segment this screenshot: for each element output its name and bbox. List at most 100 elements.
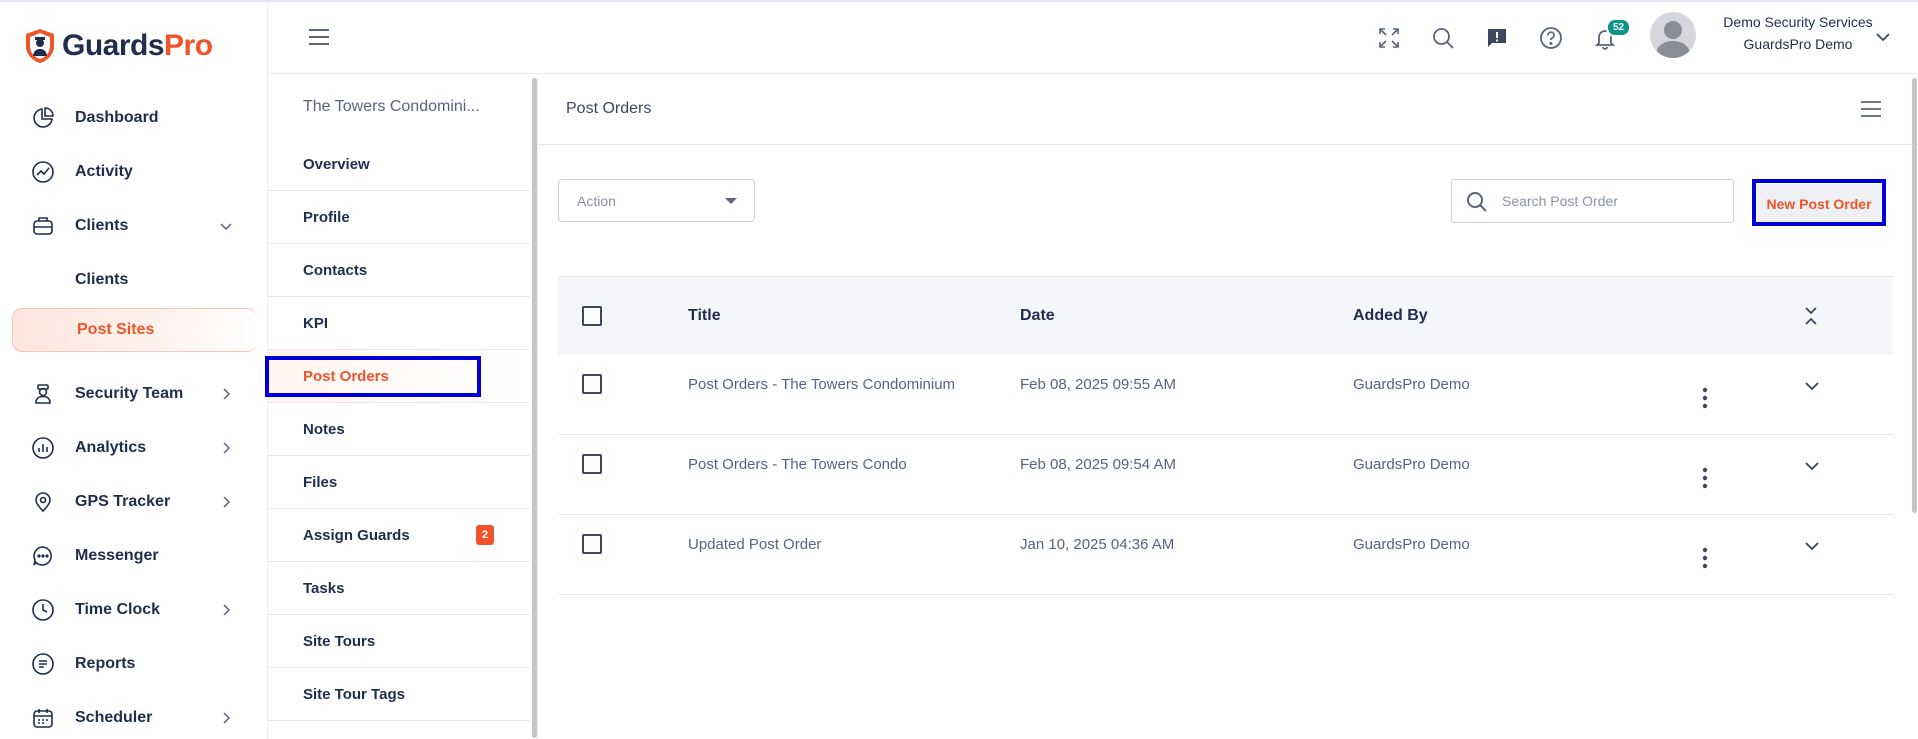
hamburger-menu-icon[interactable]	[308, 28, 330, 46]
row-added-by: GuardsPro Demo	[1353, 376, 1470, 393]
sidebar-item-label: Security Team	[75, 385, 184, 402]
user-name[interactable]: Demo Security Services	[1698, 14, 1898, 30]
sidebar-item-label: Dashboard	[75, 109, 159, 126]
chevron-down-icon[interactable]	[1803, 457, 1821, 475]
row-date: Feb 08, 2025 09:54 AM	[1020, 456, 1176, 473]
table-row[interactable]: Post Orders - The Towers Condo Feb 08, 2…	[558, 435, 1893, 515]
sidebar-item-messenger[interactable]: Messenger	[0, 534, 267, 578]
assign-guards-count-badge: 2	[476, 525, 494, 545]
subnav-item-label: Site Tours	[303, 632, 376, 650]
subnav-item-label: Notes	[303, 420, 345, 438]
action-dropdown[interactable]: Action	[558, 179, 755, 222]
search-icon	[1467, 192, 1487, 212]
subnav-item-notes[interactable]: Notes	[268, 403, 530, 456]
subnav-item-files[interactable]: Files	[268, 456, 530, 509]
subnav-item-label: KPI	[303, 314, 329, 332]
logo[interactable]: GuardsPro	[24, 28, 213, 64]
sidebar-item-time-clock[interactable]: Time Clock	[0, 588, 267, 632]
subnav-item-label: Assign Guards	[303, 526, 410, 544]
chevron-down-icon[interactable]	[1803, 537, 1821, 555]
row-checkbox[interactable]	[582, 374, 602, 394]
row-checkbox[interactable]	[582, 454, 602, 474]
subnav-item-profile[interactable]: Profile	[268, 191, 530, 244]
search-icon[interactable]	[1429, 24, 1457, 52]
action-dropdown-label: Action	[577, 193, 616, 209]
sidebar-item-label: Time Clock	[75, 601, 161, 618]
clock-icon	[30, 597, 56, 623]
row-title: Post Orders - The Towers Condo	[688, 456, 907, 473]
analytics-icon	[30, 435, 56, 461]
fullscreen-icon[interactable]	[1375, 24, 1403, 52]
feedback-icon[interactable]	[1483, 24, 1511, 52]
row-checkbox[interactable]	[582, 534, 602, 554]
more-options-icon[interactable]	[1701, 467, 1709, 489]
select-all-checkbox[interactable]	[582, 306, 602, 326]
chevron-down-icon[interactable]	[1803, 377, 1821, 395]
sidebar-item-activity[interactable]: Activity	[0, 150, 267, 194]
more-options-icon[interactable]	[1701, 547, 1709, 569]
subnav-item-post-orders[interactable]: Post Orders	[268, 350, 530, 403]
search-post-order-input[interactable]	[1502, 180, 1727, 222]
pie-chart-icon	[30, 105, 56, 131]
subnav-item-assign-guards[interactable]: Assign Guards 2	[268, 509, 530, 562]
briefcase-icon	[30, 213, 56, 239]
subnav-item-label: Site Tour Tags	[303, 685, 405, 703]
sidebar-item-analytics[interactable]: Analytics	[0, 426, 267, 470]
sidebar-item-label: Scheduler	[75, 709, 153, 726]
subnav-item-tasks[interactable]: Tasks	[268, 562, 530, 615]
site-name-title: The Towers Condomini...	[303, 98, 480, 115]
chevron-down-icon[interactable]	[1874, 28, 1892, 46]
sidebar-item-reports[interactable]: Reports	[0, 642, 267, 686]
sidebar-item-label: Reports	[75, 655, 136, 672]
logo-text-part1: Guards	[62, 29, 165, 62]
subnav-scrollbar[interactable]	[532, 78, 537, 738]
divider	[538, 144, 1918, 145]
sidebar-subitem-post-sites[interactable]: Post Sites	[12, 308, 257, 352]
column-header-title[interactable]: Title	[688, 307, 721, 325]
app-root: GuardsPro Dashboard Activity Clients Cli…	[0, 0, 1918, 739]
table-row[interactable]: Post Orders - The Towers Condominium Feb…	[558, 355, 1893, 435]
subnav-item-site-tour-tags[interactable]: Site Tour Tags	[268, 668, 530, 721]
menu-lines-icon[interactable]	[1860, 100, 1882, 118]
column-header-added-by[interactable]: Added By	[1353, 307, 1428, 325]
chat-bubble-icon	[30, 543, 56, 569]
help-icon[interactable]	[1537, 24, 1565, 52]
top-header: 52 Demo Security Services GuardsPro Demo	[268, 2, 1918, 74]
guardspro-logo-icon	[26, 29, 54, 63]
subnav-item-site-tours[interactable]: Site Tours	[268, 615, 530, 668]
subnav-item-label: Contacts	[303, 261, 368, 279]
logo-text-part2: Pro	[164, 29, 213, 62]
table-header: Title Date Added By	[558, 276, 1893, 355]
activity-chart-icon	[30, 159, 56, 185]
subnav-item-label: Overview	[303, 155, 370, 173]
avatar[interactable]	[1650, 12, 1696, 58]
main-scrollbar[interactable]	[1912, 78, 1917, 513]
column-header-date[interactable]: Date	[1020, 307, 1055, 325]
row-added-by: GuardsPro Demo	[1353, 456, 1470, 473]
sidebar-subitem-clients[interactable]: Clients	[75, 260, 128, 300]
user-avatar-icon	[1655, 21, 1691, 58]
sidebar-item-clients[interactable]: Clients	[0, 204, 267, 248]
sidebar-item-dashboard[interactable]: Dashboard	[0, 96, 267, 140]
sidebar-item-scheduler[interactable]: Scheduler	[0, 696, 267, 739]
row-added-by: GuardsPro Demo	[1353, 536, 1470, 553]
collapse-expand-icon[interactable]	[1802, 304, 1820, 328]
subnav-item-label: Files	[303, 473, 338, 491]
sidebar-item-label: GPS Tracker	[75, 493, 171, 510]
row-title: Updated Post Order	[688, 536, 822, 553]
more-options-icon[interactable]	[1701, 387, 1709, 409]
user-company: GuardsPro Demo	[1743, 36, 1853, 52]
subnav-item-overview[interactable]: Overview	[268, 138, 530, 191]
calendar-icon	[30, 705, 56, 731]
sidebar-item-security-team[interactable]: Security Team	[0, 372, 267, 416]
table-row[interactable]: Updated Post Order Jan 10, 2025 04:36 AM…	[558, 515, 1893, 595]
sidebar-item-gps-tracker[interactable]: GPS Tracker	[0, 480, 267, 524]
logo-wordmark: GuardsPro	[62, 29, 213, 63]
new-post-order-button[interactable]: New Post Order	[1757, 184, 1881, 224]
subnav-item-kpi[interactable]: KPI	[268, 297, 530, 350]
row-date: Feb 08, 2025 09:55 AM	[1020, 376, 1176, 393]
chevron-right-icon	[223, 712, 231, 724]
sidebar-item-label: Post Sites	[77, 321, 155, 338]
chevron-right-icon	[223, 388, 231, 400]
subnav-item-contacts[interactable]: Contacts	[268, 244, 530, 297]
